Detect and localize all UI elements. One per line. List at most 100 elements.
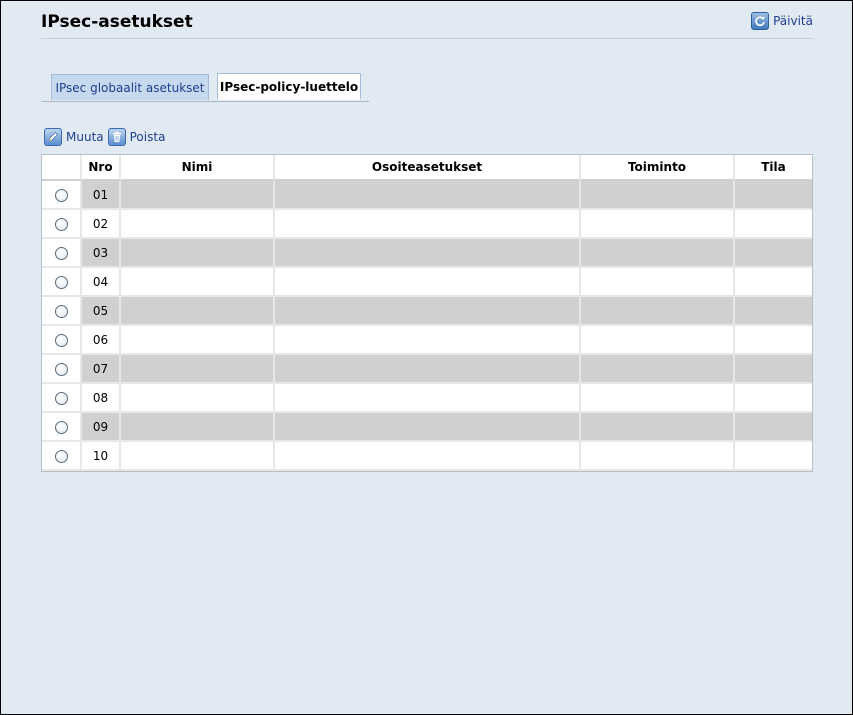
row-radio-button[interactable] — [54, 217, 68, 231]
trash-icon — [107, 128, 126, 146]
row-name — [121, 413, 275, 442]
row-address — [275, 355, 581, 384]
row-select-cell — [42, 268, 82, 297]
row-name — [121, 355, 275, 384]
row-radio-button[interactable] — [54, 391, 68, 405]
row-radio-button[interactable] — [54, 188, 68, 202]
row-address — [275, 326, 581, 355]
policy-table-container: Nro Nimi Osoiteasetukset Toiminto Tila 0… — [41, 154, 813, 472]
row-name — [121, 384, 275, 413]
row-status — [735, 181, 812, 210]
table-row[interactable]: 09 — [42, 413, 812, 442]
row-address — [275, 413, 581, 442]
row-select-cell — [42, 210, 82, 239]
row-number: 09 — [82, 413, 121, 442]
refresh-label: Päivitä — [773, 14, 813, 28]
row-action — [581, 355, 735, 384]
table-row[interactable]: 05 — [42, 297, 812, 326]
table-row[interactable]: 02 — [42, 210, 812, 239]
row-select-cell — [42, 326, 82, 355]
row-number: 03 — [82, 239, 121, 268]
table-header-row: Nro Nimi Osoiteasetukset Toiminto Tila — [42, 155, 812, 181]
row-name — [121, 181, 275, 210]
row-number: 01 — [82, 181, 121, 210]
row-select-cell — [42, 413, 82, 442]
row-status — [735, 239, 812, 268]
column-header-status: Tila — [735, 155, 812, 181]
tab-ipsec-global-settings[interactable]: IPsec globaalit asetukset — [51, 74, 209, 100]
table-row[interactable]: 10 — [42, 442, 812, 471]
page-header: IPsec-asetukset Päivitä — [41, 11, 813, 39]
row-action — [581, 413, 735, 442]
table-row[interactable]: 03 — [42, 239, 812, 268]
row-number: 07 — [82, 355, 121, 384]
row-select-cell — [42, 442, 82, 471]
row-status — [735, 297, 812, 326]
column-header-address-settings: Osoiteasetukset — [275, 155, 581, 181]
row-status — [735, 442, 812, 471]
row-radio-button[interactable] — [54, 246, 68, 260]
row-number: 02 — [82, 210, 121, 239]
refresh-button[interactable]: Päivitä — [751, 11, 813, 31]
row-name — [121, 210, 275, 239]
row-address — [275, 442, 581, 471]
row-select-cell — [42, 297, 82, 326]
edit-label: Muuta — [66, 130, 104, 144]
delete-button[interactable]: Poista — [107, 128, 165, 146]
row-action — [581, 181, 735, 210]
row-name — [121, 239, 275, 268]
page-title: IPsec-asetukset — [41, 12, 193, 32]
row-name — [121, 326, 275, 355]
column-header-select — [42, 155, 82, 181]
row-number: 04 — [82, 268, 121, 297]
row-action — [581, 384, 735, 413]
table-row[interactable]: 01 — [42, 181, 812, 210]
table-row[interactable]: 04 — [42, 268, 812, 297]
row-name — [121, 442, 275, 471]
row-status — [735, 384, 812, 413]
table-row[interactable]: 06 — [42, 326, 812, 355]
row-radio-button[interactable] — [54, 420, 68, 434]
row-address — [275, 268, 581, 297]
row-name — [121, 268, 275, 297]
row-select-cell — [42, 355, 82, 384]
row-action — [581, 268, 735, 297]
tab-bar: IPsec globaalit asetukset IPsec-policy-l… — [41, 73, 371, 101]
row-radio-button[interactable] — [54, 275, 68, 289]
row-status — [735, 210, 812, 239]
tab-ipsec-policy-list[interactable]: IPsec-policy-luettelo — [217, 73, 361, 100]
table-row[interactable]: 07 — [42, 355, 812, 384]
row-number: 06 — [82, 326, 121, 355]
row-select-cell — [42, 384, 82, 413]
edit-button[interactable]: Muuta — [44, 128, 104, 146]
policy-table: Nro Nimi Osoiteasetukset Toiminto Tila 0… — [41, 154, 813, 472]
row-action — [581, 442, 735, 471]
row-status — [735, 268, 812, 297]
row-number: 08 — [82, 384, 121, 413]
row-radio-button[interactable] — [54, 304, 68, 318]
column-header-nro: Nro — [82, 155, 121, 181]
tab-divider — [41, 101, 369, 102]
row-radio-button[interactable] — [54, 449, 68, 463]
row-address — [275, 297, 581, 326]
row-action — [581, 239, 735, 268]
row-select-cell — [42, 181, 82, 210]
row-number: 10 — [82, 442, 121, 471]
column-header-action: Toiminto — [581, 155, 735, 181]
row-status — [735, 326, 812, 355]
toolbar: Muuta Poista — [44, 127, 169, 147]
row-name — [121, 297, 275, 326]
row-radio-button[interactable] — [54, 333, 68, 347]
row-action — [581, 297, 735, 326]
row-status — [735, 413, 812, 442]
row-number: 05 — [82, 297, 121, 326]
row-select-cell — [42, 239, 82, 268]
table-row[interactable]: 08 — [42, 384, 812, 413]
main-window: IPsec-asetukset Päivitä IPsec globaalit … — [0, 0, 853, 715]
row-radio-button[interactable] — [54, 362, 68, 376]
pencil-icon — [44, 128, 62, 146]
row-action — [581, 210, 735, 239]
row-address — [275, 384, 581, 413]
column-header-name: Nimi — [121, 155, 275, 181]
row-status — [735, 355, 812, 384]
